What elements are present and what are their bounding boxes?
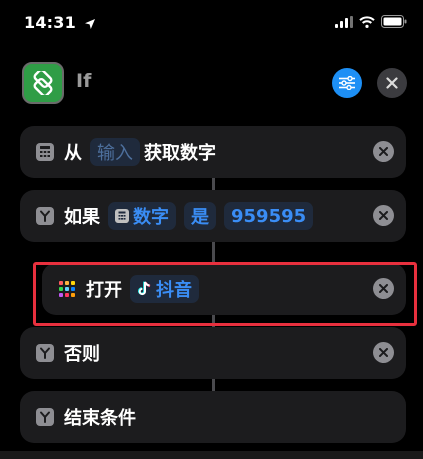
flow-connector xyxy=(212,314,215,328)
settings-button[interactable] xyxy=(332,68,362,98)
action-if[interactable]: 如果 数字 是 959595 xyxy=(20,190,406,242)
input-variable-pill[interactable]: 输入 xyxy=(90,138,140,166)
status-bar: 14:31 xyxy=(0,0,423,46)
status-time: 14:31 xyxy=(24,13,96,32)
action-label: 从 xyxy=(64,143,82,164)
remove-action-button[interactable] xyxy=(373,141,394,162)
signal-icon xyxy=(335,15,353,28)
remove-icon xyxy=(379,284,388,293)
remove-icon xyxy=(379,147,388,156)
variable-name: 数字 xyxy=(133,207,169,228)
remove-icon xyxy=(379,348,388,357)
location-arrow-icon xyxy=(84,18,95,29)
app-pill[interactable]: 抖音 xyxy=(130,275,199,303)
branch-icon xyxy=(36,408,54,426)
branch-icon xyxy=(36,207,54,225)
action-end-if[interactable]: 结束条件 xyxy=(20,391,406,443)
action-suffix: 获取数字 xyxy=(144,143,216,164)
remove-action-button[interactable] xyxy=(373,278,394,299)
action-get-numbers[interactable]: 从 输入 获取数字 xyxy=(20,126,406,178)
shortcut-title[interactable]: If xyxy=(76,70,91,92)
shortcut-header: If xyxy=(0,54,423,110)
condition-operator-pill[interactable]: 是 xyxy=(184,202,216,230)
action-label: 否则 xyxy=(64,344,100,365)
number-variable-pill[interactable]: 数字 xyxy=(108,202,176,230)
calculator-icon xyxy=(115,209,129,223)
condition-value-pill[interactable]: 959595 xyxy=(224,202,314,230)
action-otherwise[interactable]: 否则 xyxy=(20,327,406,379)
battery-icon xyxy=(381,15,407,28)
remove-action-button[interactable] xyxy=(373,342,394,363)
shortcuts-icon[interactable] xyxy=(22,62,64,104)
tiktok-icon xyxy=(138,281,151,296)
close-icon xyxy=(386,77,398,89)
wifi-icon xyxy=(359,15,375,28)
close-button[interactable] xyxy=(377,68,407,98)
action-label: 如果 xyxy=(64,207,100,228)
status-indicators xyxy=(335,15,407,28)
flow-connector xyxy=(212,378,215,392)
remove-action-button[interactable] xyxy=(373,205,394,226)
sliders-icon xyxy=(339,76,355,90)
app-name: 抖音 xyxy=(156,280,192,301)
bottom-edge xyxy=(0,451,423,459)
app-grid-icon xyxy=(58,280,76,298)
action-open-app[interactable]: 打开 抖音 xyxy=(42,263,406,315)
calculator-icon xyxy=(36,143,54,161)
remove-icon xyxy=(379,211,388,220)
action-label: 结束条件 xyxy=(64,408,136,429)
time-label: 14:31 xyxy=(24,13,76,32)
branch-icon xyxy=(36,344,54,362)
action-label: 打开 xyxy=(86,280,122,301)
